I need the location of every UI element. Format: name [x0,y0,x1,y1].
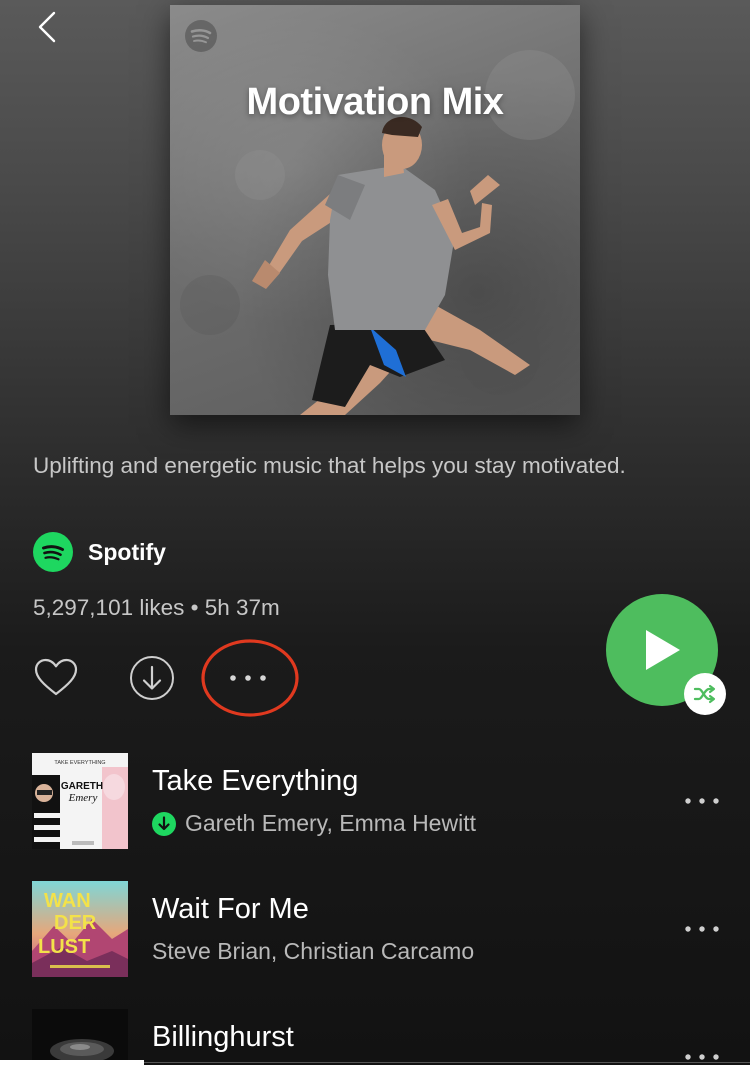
track-title: Wait For Me [152,893,309,925]
album-art-line1: GARETH [61,781,103,792]
album-art: TAKE EVERYTHING GARETH Emery [32,753,128,849]
track-more-button[interactable] [684,791,720,811]
track-artists-row: Gareth Emery, Emma Hewitt [152,810,476,837]
track-row[interactable]: TAKE EVERYTHING GARETH Emery Take Everyt… [0,753,750,853]
more-horizontal-icon [685,926,719,932]
more-horizontal-icon [201,639,299,717]
album-art-line1: WAN [44,890,91,912]
album-art-line2: Emery [68,792,98,804]
divider [144,1062,750,1063]
track-title: Take Everything [152,765,359,797]
track-row[interactable]: WAN DER LUST Wait For Me Steve Brian, Ch… [0,881,750,981]
download-circle-icon [130,656,174,700]
track-artists: Steve Brian, Christian Carcamo [152,938,475,964]
download-button[interactable] [129,655,175,701]
album-art-header: TAKE EVERYTHING [54,760,105,766]
track-artists: Gareth Emery, Emma Hewitt [185,810,476,836]
album-art-line2: DER [54,912,97,934]
track-row[interactable]: Billinghurst [0,1009,750,1065]
album-art [32,1009,128,1065]
shuffle-icon [693,684,716,704]
back-button[interactable] [30,10,64,44]
play-icon [646,630,680,670]
spotify-logo-icon [33,532,73,572]
owner-name: Spotify [88,538,166,565]
like-button[interactable] [33,655,79,701]
track-more-button[interactable] [684,919,720,939]
spotify-mark-icon [185,20,217,52]
more-options-button[interactable] [200,638,302,718]
chevron-left-icon [38,11,56,43]
playlist-stats: 5,297,101 likes • 5h 37m [33,595,280,620]
home-indicator [0,1060,144,1065]
track-artists-row: Steve Brian, Christian Carcamo [152,938,474,965]
track-title: Billinghurst [152,1021,294,1053]
downloaded-icon [152,811,176,836]
cover-title: Motivation Mix [246,81,504,123]
shuffle-button[interactable] [684,673,726,715]
more-horizontal-icon [685,798,719,804]
playlist-description: Uplifting and energetic music that helps… [33,453,626,478]
playlist-cover: Motivation Mix [170,5,580,415]
playlist-owner[interactable]: Spotify [33,532,166,572]
album-art-line3: LUST [38,936,90,958]
runner-illustration [180,50,575,415]
album-art: WAN DER LUST [32,881,128,977]
heart-icon [34,658,78,696]
